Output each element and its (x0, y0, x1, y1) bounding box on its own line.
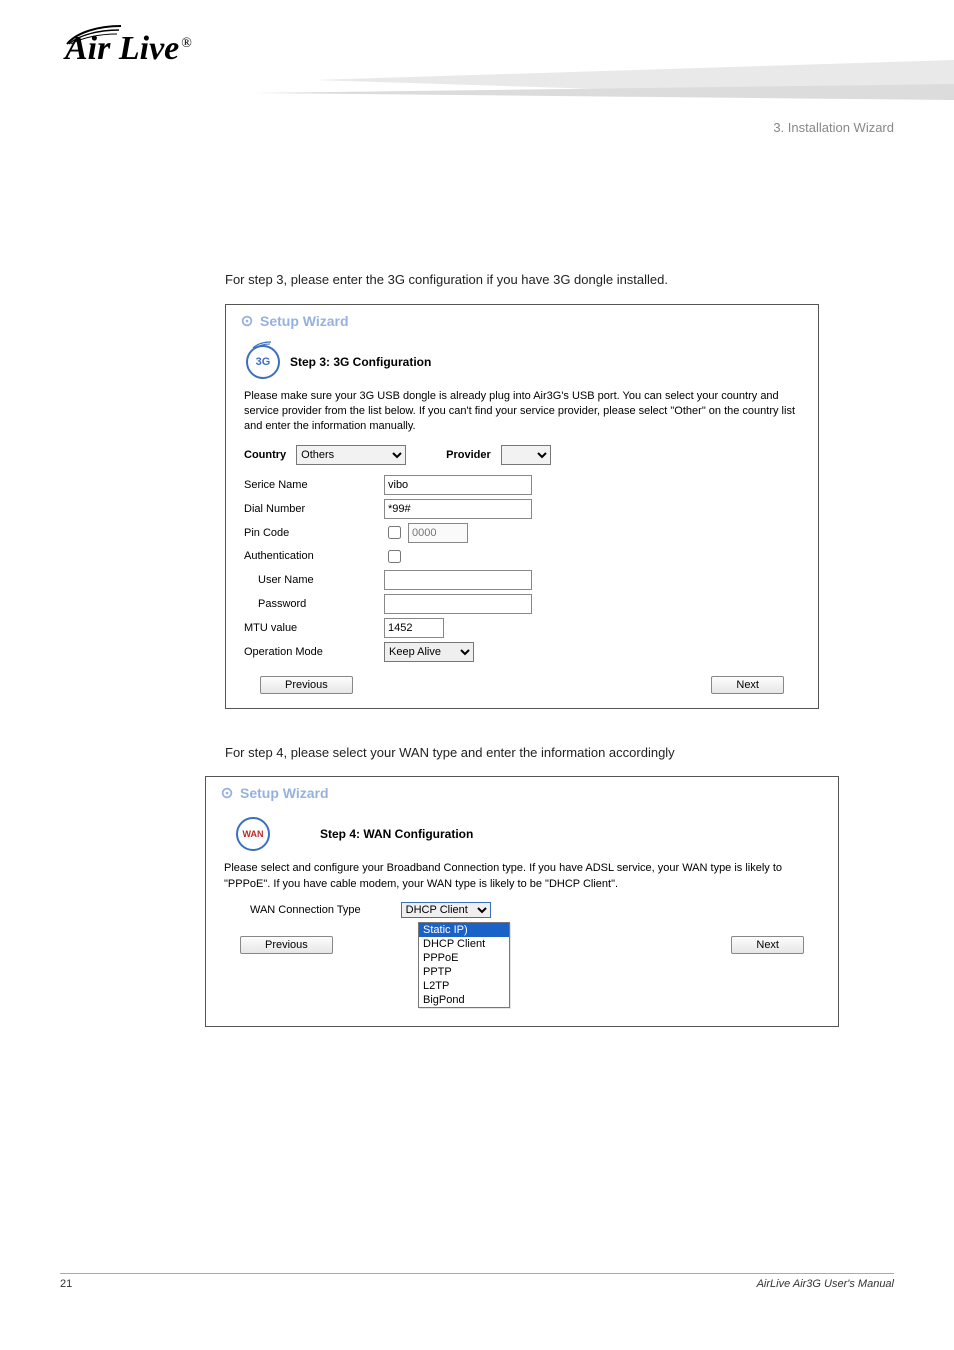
wan-option-pppoe[interactable]: PPPoE (419, 951, 509, 965)
footer-product-name: AirLive Air3G User's Manual (757, 1278, 894, 1290)
step3-description: Please make sure your 3G USB dongle is a… (244, 389, 804, 435)
step3-title: Step 3: 3G Configuration (290, 355, 431, 369)
wan-option-l2tp[interactable]: L2TP (419, 979, 509, 993)
dial-number-label: Dial Number (244, 503, 384, 515)
next-button[interactable]: Next (711, 676, 784, 694)
wan-option-static-ip[interactable]: Static IP) (419, 923, 509, 937)
page-number: 21 (60, 1278, 72, 1290)
wan-option-bigpond[interactable]: BigPond (419, 993, 509, 1007)
wan-connection-type-label: WAN Connection Type (250, 904, 361, 916)
next-button[interactable]: Next (731, 936, 804, 954)
step4-intro-text: For step 4, please select your WAN type … (225, 743, 839, 763)
authentication-label: Authentication (244, 550, 384, 562)
operation-mode-select[interactable]: Keep Alive (384, 642, 474, 662)
chapter-indicator: 3. Installation Wizard (773, 120, 894, 135)
country-select[interactable]: Others (296, 445, 406, 465)
wan-option-pptp[interactable]: PPTP (419, 965, 509, 979)
previous-button[interactable]: Previous (240, 936, 333, 954)
service-name-label: Serice Name (244, 479, 384, 491)
user-name-label: User Name (244, 574, 384, 586)
password-input[interactable] (384, 594, 532, 614)
wizard-step4-panel: Setup Wizard WAN Step 4: WAN Configurati… (205, 776, 839, 1027)
pin-code-checkbox[interactable] (388, 526, 401, 539)
wan-connection-type-dropdown[interactable]: Static IP) DHCP Client PPPoE PPTP L2TP B… (418, 922, 510, 1008)
service-name-input[interactable] (384, 475, 532, 495)
pin-code-input[interactable] (408, 523, 468, 543)
operation-mode-label: Operation Mode (244, 646, 384, 658)
mtu-input[interactable] (384, 618, 444, 638)
step3-intro-text: For step 3, please enter the 3G configur… (225, 270, 839, 290)
gear-icon (240, 314, 254, 328)
logo-swoosh-icon (65, 24, 123, 46)
user-name-input[interactable] (384, 570, 532, 590)
step4-description: Please select and configure your Broadba… (224, 861, 824, 892)
country-label: Country (244, 449, 286, 461)
wizard-step3-header: Setup Wizard (240, 313, 804, 329)
provider-label: Provider (446, 449, 491, 461)
wizard-step4-header: Setup Wizard (220, 785, 824, 801)
step4-title: Step 4: WAN Configuration (320, 827, 473, 841)
provider-select[interactable] (501, 445, 551, 465)
chapter-line: 3. Installation Wizard (773, 120, 894, 135)
wan-option-dhcp-client[interactable]: DHCP Client (419, 937, 509, 951)
password-label: Password (244, 598, 384, 610)
mtu-label: MTU value (244, 622, 384, 634)
wan-connection-type-select[interactable]: DHCP Client (401, 902, 491, 918)
step3-badge-icon: 3G (246, 345, 280, 379)
pin-code-label: Pin Code (244, 527, 384, 539)
step4-badge-icon: WAN (236, 817, 270, 851)
gear-icon (220, 786, 234, 800)
wizard-step4-title: Setup Wizard (240, 785, 329, 801)
header-decor (0, 60, 954, 100)
wizard-step3-title: Setup Wizard (260, 313, 349, 329)
dial-number-input[interactable] (384, 499, 532, 519)
page-footer: 21 AirLive Air3G User's Manual (60, 1273, 894, 1290)
authentication-checkbox[interactable] (388, 550, 401, 563)
wizard-step3-panel: Setup Wizard 3G Step 3: 3G Configuration… (225, 304, 819, 709)
previous-button[interactable]: Previous (260, 676, 353, 694)
